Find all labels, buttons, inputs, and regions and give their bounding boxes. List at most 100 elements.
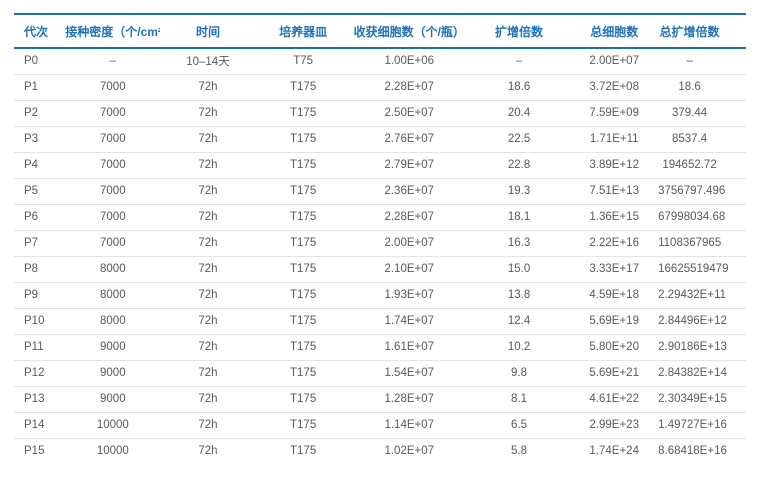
table-cell: 72h [160, 178, 255, 204]
table-cell: – [65, 48, 160, 74]
table-cell: T175 [256, 282, 351, 308]
table-cell: 6.5 [468, 412, 570, 438]
table-cell: T75 [256, 48, 351, 74]
table-cell: P4 [14, 152, 65, 178]
table-row: P0–10–14天T751.00E+06–2.00E+07– [14, 48, 746, 74]
table-cell: 13.8 [468, 282, 570, 308]
table-cell: 72h [160, 438, 255, 464]
table-cell: P11 [14, 334, 65, 360]
table-cell: 379.44 [658, 100, 746, 126]
table-cell: 2.30349E+15 [658, 386, 746, 412]
table-cell: 1.93E+07 [351, 282, 468, 308]
column-header-6: 扩增倍数 [468, 14, 570, 48]
table-cell: P14 [14, 412, 65, 438]
cell-expansion-table: 代次接种密度（个/cm²）时间培养器皿收获细胞数（个/瓶）扩增倍数总细胞数总扩增… [14, 13, 746, 464]
table-cell: T175 [256, 386, 351, 412]
table-cell: P5 [14, 178, 65, 204]
table-cell: 8000 [65, 256, 160, 282]
table-cell: 7000 [65, 126, 160, 152]
table-cell: 1.71E+11 [570, 126, 658, 152]
table-cell: T175 [256, 230, 351, 256]
table-cell: 194652.72 [658, 152, 746, 178]
table-cell: 16.3 [468, 230, 570, 256]
table-cell: P7 [14, 230, 65, 256]
table-cell: P3 [14, 126, 65, 152]
table-cell: 2.99E+23 [570, 412, 658, 438]
table-cell: 3.72E+08 [570, 74, 658, 100]
table-cell: 18.1 [468, 204, 570, 230]
table-cell: T175 [256, 126, 351, 152]
table-cell: 3756797.496 [658, 178, 746, 204]
table-cell: 22.8 [468, 152, 570, 178]
table-cell: 72h [160, 412, 255, 438]
table-cell: 2.00E+07 [351, 230, 468, 256]
table-row: P8800072hT1752.10E+0715.03.33E+171662551… [14, 256, 746, 282]
table-cell: 1.54E+07 [351, 360, 468, 386]
table-cell: 12.4 [468, 308, 570, 334]
table-cell: P15 [14, 438, 65, 464]
table-body: P0–10–14天T751.00E+06–2.00E+07–P1700072hT… [14, 48, 746, 464]
table-cell: P9 [14, 282, 65, 308]
table-cell: T175 [256, 74, 351, 100]
column-header-4: 培养器皿 [256, 14, 351, 48]
table-cell: 7000 [65, 74, 160, 100]
table-cell: T175 [256, 360, 351, 386]
table-cell: 16625519479 [658, 256, 746, 282]
table-cell: T175 [256, 204, 351, 230]
table-cell: 9000 [65, 386, 160, 412]
table-cell: 7000 [65, 178, 160, 204]
table-cell: P10 [14, 308, 65, 334]
table-cell: T175 [256, 412, 351, 438]
table-cell: 1.74E+07 [351, 308, 468, 334]
table-cell: 7000 [65, 100, 160, 126]
table-cell: – [468, 48, 570, 74]
table-cell: 1.14E+07 [351, 412, 468, 438]
column-header-8: 总扩增倍数 [658, 14, 746, 48]
table-cell: 8000 [65, 282, 160, 308]
table-cell: 72h [160, 386, 255, 412]
table-cell: 3.33E+17 [570, 256, 658, 282]
table-cell: – [658, 48, 746, 74]
table-cell: 1.00E+06 [351, 48, 468, 74]
table-row: P9800072hT1751.93E+0713.84.59E+182.29432… [14, 282, 746, 308]
table-cell: 4.61E+22 [570, 386, 658, 412]
table-cell: 10000 [65, 438, 160, 464]
table-cell: 7000 [65, 204, 160, 230]
table-cell: P13 [14, 386, 65, 412]
column-header-2: 接种密度（个/cm²） [65, 14, 160, 48]
table-cell: P0 [14, 48, 65, 74]
table-cell: 20.4 [468, 100, 570, 126]
table-cell: T175 [256, 178, 351, 204]
table-cell: 1.02E+07 [351, 438, 468, 464]
column-header-5: 收获细胞数（个/瓶） [351, 14, 468, 48]
table-row: P12900072hT1751.54E+079.85.69E+212.84382… [14, 360, 746, 386]
table-row: P7700072hT1752.00E+0716.32.22E+161108367… [14, 230, 746, 256]
table-cell: T175 [256, 308, 351, 334]
table-cell: 7.59E+09 [570, 100, 658, 126]
table-cell: 18.6 [468, 74, 570, 100]
table-row: P5700072hT1752.36E+0719.37.51E+133756797… [14, 178, 746, 204]
table-cell: 72h [160, 256, 255, 282]
table-row: P2700072hT1752.50E+0720.47.59E+09379.44 [14, 100, 746, 126]
table-cell: 67998034.68 [658, 204, 746, 230]
table-cell: 22.5 [468, 126, 570, 152]
table-row: P151000072hT1751.02E+075.81.74E+248.6841… [14, 438, 746, 464]
passage-data-table: 代次接种密度（个/cm²）时间培养器皿收获细胞数（个/瓶）扩增倍数总细胞数总扩增… [14, 13, 746, 464]
table-cell: T175 [256, 152, 351, 178]
table-cell: 2.36E+07 [351, 178, 468, 204]
table-cell: 5.69E+19 [570, 308, 658, 334]
header-row: 代次接种密度（个/cm²）时间培养器皿收获细胞数（个/瓶）扩增倍数总细胞数总扩增… [14, 14, 746, 48]
table-cell: 72h [160, 126, 255, 152]
table-cell: 72h [160, 334, 255, 360]
table-cell: 2.79E+07 [351, 152, 468, 178]
table-cell: 72h [160, 360, 255, 386]
table-cell: 7000 [65, 230, 160, 256]
table-cell: 2.29432E+11 [658, 282, 746, 308]
table-cell: T175 [256, 334, 351, 360]
table-cell: 4.59E+18 [570, 282, 658, 308]
table-cell: 1108367965 [658, 230, 746, 256]
table-row: P13900072hT1751.28E+078.14.61E+222.30349… [14, 386, 746, 412]
table-cell: 72h [160, 100, 255, 126]
table-cell: 15.0 [468, 256, 570, 282]
table-cell: 18.6 [658, 74, 746, 100]
